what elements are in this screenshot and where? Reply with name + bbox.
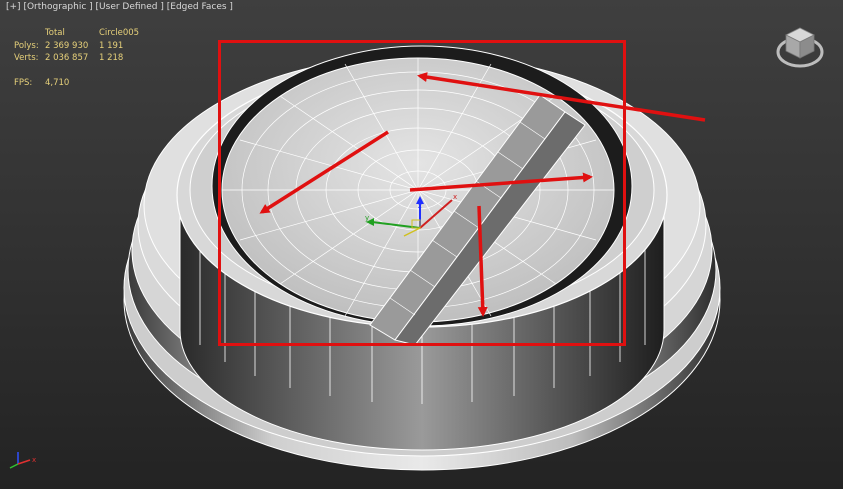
stats-polys-selected: 1 191 [99,40,124,51]
viewport-label-bar: [+] [Orthographic ] [User Defined ] [Edg… [6,2,233,12]
viewport-plus-menu[interactable]: [+] [6,2,21,12]
stats-polys-label: Polys: [14,40,39,51]
svg-text:y: y [365,214,369,222]
viewcube-icon[interactable] [774,22,826,74]
stats-verts-selected: 1 218 [99,53,124,63]
stats-header-label [14,27,45,40]
svg-text:x: x [453,193,457,201]
stats-polys-total: 2 369 930 [45,40,89,51]
stats-header-total: Total [45,28,65,38]
statistics-overlay: Total Circle005 Polys: 2 369 930 1 191 V… [14,27,159,89]
stats-fps-value: 4,710 [45,77,70,88]
viewport[interactable]: z y x [+] [Orthographic ] [User Defined … [0,0,843,489]
stats-polys-row: Polys: 2 369 930 1 191 [14,40,159,53]
viewport-display-menu[interactable]: [Edged Faces ] [167,2,233,12]
stats-verts-label: Verts: [14,53,39,63]
world-axis-icon: x [9,452,36,469]
stats-verts-total: 2 036 857 [45,53,89,63]
stats-fps-label: FPS: [14,77,33,88]
svg-text:x: x [32,456,36,464]
stats-fps-row: FPS: 4,710 [14,77,159,90]
svg-text:z: z [418,202,422,210]
viewport-view-menu[interactable]: [Orthographic ] [23,2,92,12]
viewport-shading-menu[interactable]: [User Defined ] [96,2,164,12]
stats-header-selected: Circle005 [99,28,140,38]
stats-header-row: Total Circle005 [14,27,159,40]
stats-verts-row: Verts: 2 036 857 1 218 [14,52,159,65]
